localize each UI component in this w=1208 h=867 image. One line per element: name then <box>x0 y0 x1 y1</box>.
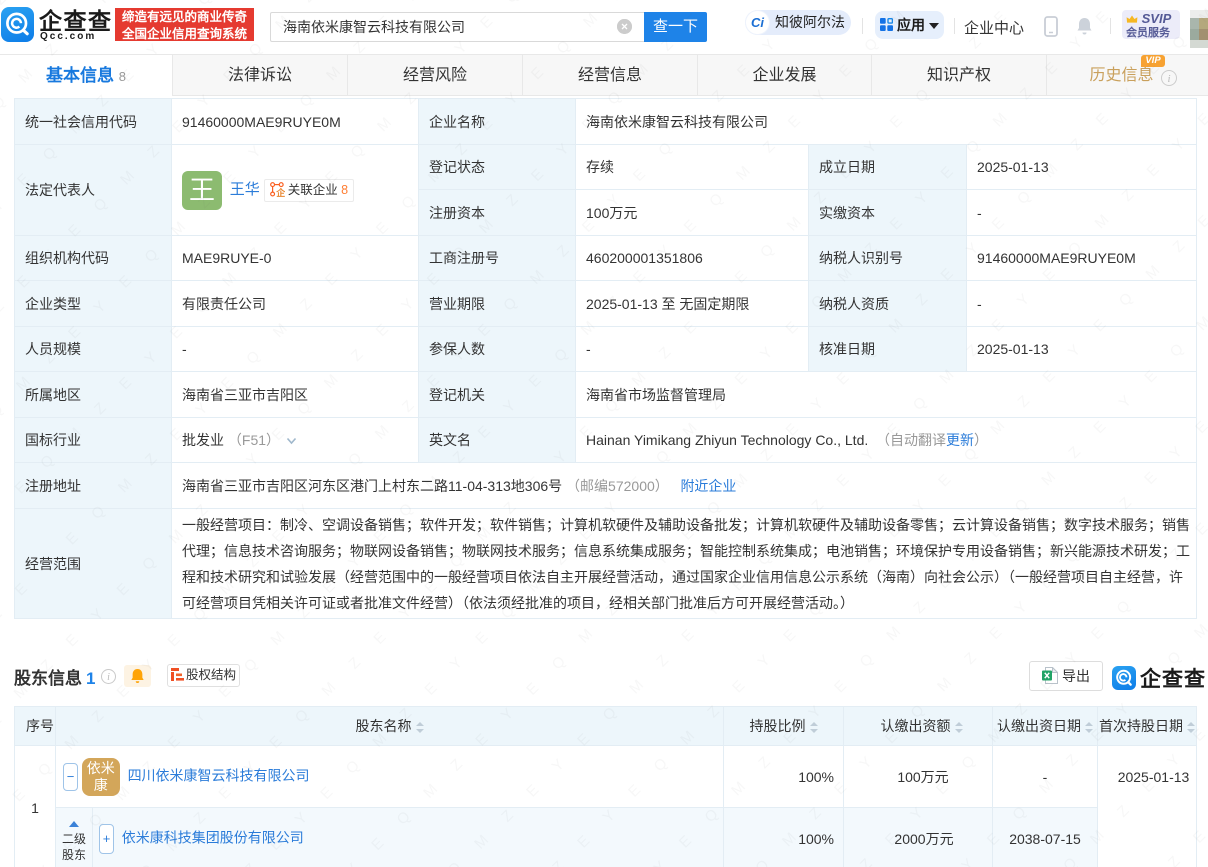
svg-text:企: 企 <box>275 187 285 197</box>
